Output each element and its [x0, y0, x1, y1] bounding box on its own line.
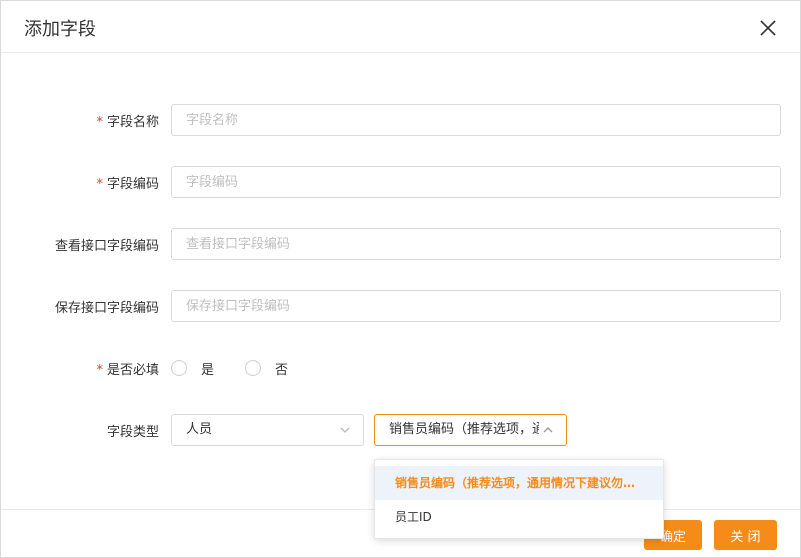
- dialog-header: 添加字段: [1, 1, 800, 53]
- radio-no-label[interactable]: 否: [275, 359, 288, 378]
- close-button[interactable]: 关 闭: [714, 520, 777, 550]
- add-field-dialog: 添加字段 *字段名称 *字段编码 查看接口字段编码 保存接口字段编码 *是否必填…: [0, 0, 801, 558]
- field-code-input[interactable]: [171, 166, 781, 198]
- field-name-label-text: 字段名称: [106, 115, 159, 130]
- field-type-select[interactable]: 人员: [171, 414, 364, 446]
- required-marker: *: [96, 177, 103, 192]
- field-subtype-select[interactable]: 销售员编码（推荐选项，通用情况下建议勿…: [374, 414, 567, 446]
- field-code-label: * 字段编码: [9, 173, 159, 192]
- dialog-title: 添加字段: [24, 19, 96, 40]
- required-marker: *: [96, 115, 103, 130]
- chevron-down-icon: [340, 427, 350, 433]
- field-name-label: * 字段名称: [9, 111, 159, 130]
- subtype-dropdown-menu: 销售员编码（推荐选项，通用情况下建议勿… 员工ID: [374, 459, 664, 539]
- required-marker: *: [96, 363, 103, 378]
- chevron-up-icon: [543, 427, 553, 433]
- field-type-value: 人员: [186, 422, 213, 437]
- view-api-code-input[interactable]: [171, 228, 781, 260]
- is-required-label: * 是否必填: [9, 359, 159, 378]
- field-name-input[interactable]: [171, 104, 781, 136]
- close-icon[interactable]: [757, 17, 779, 39]
- save-api-code-label: 保存接口字段编码: [54, 301, 159, 316]
- save-api-code-input[interactable]: [171, 290, 781, 322]
- is-required-label-text: 是否必填: [106, 363, 159, 378]
- field-code-label-text: 字段编码: [106, 177, 159, 192]
- radio-yes-label[interactable]: 是: [201, 359, 214, 378]
- radio-no[interactable]: [245, 360, 261, 376]
- radio-yes[interactable]: [171, 360, 187, 376]
- field-type-label: 字段类型: [106, 425, 159, 440]
- view-api-code-label: 查看接口字段编码: [54, 239, 159, 254]
- dropdown-option-sales-code[interactable]: 销售员编码（推荐选项，通用情况下建议勿…: [375, 466, 663, 500]
- field-subtype-value: 销售员编码（推荐选项，通用情况下建议勿…: [389, 422, 539, 437]
- dropdown-option-employee-id[interactable]: 员工ID: [375, 500, 663, 534]
